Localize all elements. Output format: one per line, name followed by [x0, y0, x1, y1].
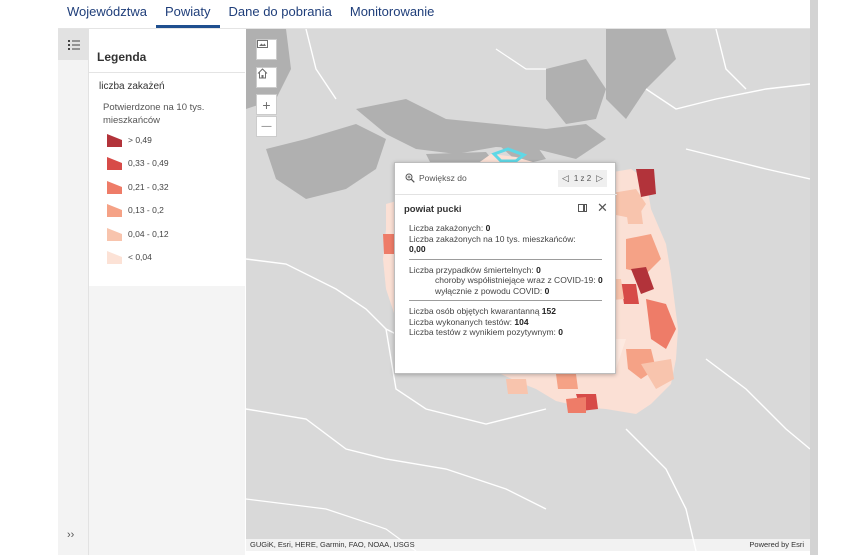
- side-icon-strip: ››: [58, 29, 89, 555]
- legend-layer-name: liczba zakażeń: [99, 81, 165, 92]
- legend-item: > 0,49: [107, 132, 152, 148]
- legend-item-label: 0,04 - 0,12: [128, 229, 169, 239]
- home-icon: [257, 68, 268, 79]
- tab-powiaty[interactable]: Powiaty: [155, 0, 220, 28]
- legend-item-label: 0,13 - 0,2: [128, 205, 164, 215]
- deaths-row: Liczba przypadków śmiertelnych: 0: [409, 265, 609, 276]
- tab-bar: Województwa Powiaty Dane do pobrania Mon…: [58, 0, 810, 29]
- infected-per10k-value-row: 0,00: [409, 244, 609, 255]
- zoom-in-icon: +: [262, 96, 271, 113]
- close-icon[interactable]: ✕: [597, 200, 608, 216]
- comorbid-label: choroby współistniejące wraz z COVID-19:: [435, 275, 596, 285]
- infected-row: Liczba zakażonych: 0: [409, 223, 609, 234]
- legend-item: 0,33 - 0,49: [107, 155, 169, 171]
- positive-value: 0: [558, 327, 564, 337]
- legend-swatch: [107, 250, 122, 264]
- tests-value: 104: [514, 316, 529, 327]
- next-feature-icon[interactable]: ▷: [596, 173, 603, 184]
- legend-swatch: [107, 180, 122, 194]
- legend-item: 0,21 - 0,32: [107, 179, 169, 195]
- basemap-icon: [257, 40, 268, 48]
- home-button[interactable]: [256, 67, 277, 88]
- zoom-to-icon: [405, 173, 415, 183]
- app-root: Województwa Powiaty Dane do pobrania Mon…: [0, 0, 852, 555]
- infected-per10k-row: Liczba zakażonych na 10 tys. mieszkańców…: [409, 234, 609, 245]
- tests-label: Liczba wykonanych testów:: [409, 316, 512, 327]
- legend-field-name: Potwierdzone na 10 tys. mieszkańców: [103, 102, 205, 126]
- positive-label: Liczba testów z wynikiem pozytywnym:: [409, 327, 556, 337]
- divider: [409, 258, 602, 260]
- legend-swatch: [107, 203, 122, 217]
- covid-only-value: 0: [544, 285, 550, 296]
- infected-per10k-label: Liczba zakażonych na 10 tys. mieszkańców…: [409, 233, 576, 244]
- tab-dane-do-pobrania[interactable]: Dane do pobrania: [220, 0, 341, 28]
- legend-item-label: > 0,49: [128, 135, 152, 145]
- covid-only-label: wyłącznie z powodu COVID:: [435, 285, 543, 296]
- legend-panel: Legenda liczba zakażeń Potwierdzone na 1…: [89, 29, 245, 286]
- infected-label: Liczba zakażonych:: [409, 223, 484, 233]
- legend-toggle-button[interactable]: [58, 29, 89, 60]
- infected-value: 0: [485, 223, 491, 233]
- quarantine-value: 152: [541, 306, 556, 316]
- zoom-to-label: Powiększ do: [419, 173, 467, 183]
- tab-monitorowanie[interactable]: Monitorowanie: [341, 0, 444, 28]
- comorbid-value: 0: [598, 275, 603, 285]
- legend-list-icon: [67, 40, 80, 50]
- legend-swatch: [107, 156, 122, 170]
- popup-toolbar: Powiększ do ◁ 1 z 2 ▷: [395, 163, 617, 195]
- divider: [89, 72, 245, 73]
- feature-popup: Powiększ do ◁ 1 z 2 ▷ powiat pucki ✕ Lic…: [394, 162, 617, 374]
- deaths-label: Liczba przypadków śmiertelnych:: [409, 264, 534, 275]
- dock-popup-icon[interactable]: [578, 204, 587, 212]
- infected-per10k-value: 0,00: [409, 244, 426, 254]
- scrollbar-track: [810, 0, 818, 555]
- popup-title: powiat pucki: [404, 204, 462, 215]
- pager-label: 1 z 2: [573, 174, 592, 183]
- popup-content: Liczba zakażonych: 0 Liczba zakażonych n…: [409, 223, 609, 338]
- quarantine-row: Liczba osób objętych kwarantanną 152: [409, 306, 609, 317]
- zoom-out-icon: —: [261, 121, 272, 132]
- legend-item: 0,04 - 0,12: [107, 226, 169, 242]
- quarantine-label: Liczba osób objętych kwarantanną: [409, 306, 540, 316]
- legend-item: 0,13 - 0,2: [107, 202, 164, 218]
- powered-by-esri[interactable]: Powered by Esri: [749, 540, 804, 549]
- map-attribution[interactable]: GUGiK, Esri, HERE, Garmin, FAO, NOAA, US…: [250, 540, 415, 549]
- comorbid-row: choroby współistniejące wraz z COVID-19:…: [409, 275, 609, 286]
- basemap-button[interactable]: [256, 39, 277, 60]
- legend-item-label: < 0,04: [128, 252, 152, 262]
- divider: [409, 300, 602, 301]
- legend-item-label: 0,21 - 0,32: [128, 182, 169, 192]
- legend-swatch: [107, 133, 122, 147]
- legend-item: < 0,04: [107, 249, 152, 265]
- covid-only-row: wyłącznie z powodu COVID: 0: [409, 286, 609, 297]
- zoom-out-button[interactable]: —: [256, 116, 277, 137]
- expand-panel-icon[interactable]: ››: [67, 529, 74, 541]
- legend-title: Legenda: [97, 50, 147, 64]
- tab-wojewodztwa[interactable]: Województwa: [58, 0, 156, 28]
- tests-row: Liczba wykonanych testów: 104: [409, 317, 609, 328]
- positive-row: Liczba testów z wynikiem pozytywnym: 0: [409, 327, 609, 338]
- deaths-value: 0: [536, 264, 541, 275]
- previous-feature-icon[interactable]: ◁: [562, 173, 569, 184]
- popup-pager: ◁ 1 z 2 ▷: [558, 170, 607, 187]
- zoom-in-button[interactable]: +: [256, 94, 277, 115]
- panel-background: [89, 286, 245, 555]
- zoom-to-action[interactable]: Powiększ do: [405, 173, 467, 183]
- legend-item-label: 0,33 - 0,49: [128, 158, 169, 168]
- legend-swatch: [107, 227, 122, 241]
